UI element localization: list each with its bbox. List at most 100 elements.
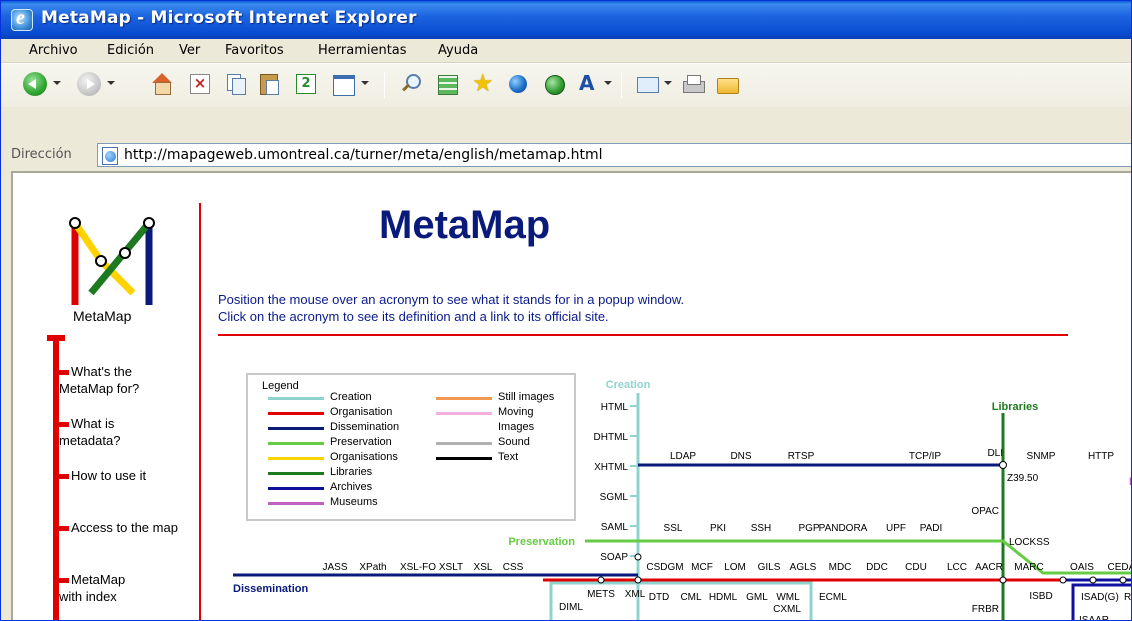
station-ssl[interactable]: SSL	[664, 523, 683, 534]
paste-icon[interactable]	[257, 72, 281, 96]
station-dli[interactable]: DLI	[987, 448, 1003, 459]
sidebar-item-label[interactable]: metadata?	[59, 433, 120, 448]
station-pgp[interactable]: PGP	[798, 523, 819, 534]
station-agls[interactable]: AGLS	[790, 562, 817, 573]
station-aacr[interactable]: AACR	[975, 562, 1003, 573]
station-mdc[interactable]: MDC	[829, 562, 852, 573]
station-diml[interactable]: DIML	[559, 602, 583, 613]
menu-ayuda[interactable]: Ayuda	[438, 43, 478, 58]
station-rtsp[interactable]: RTSP	[788, 451, 815, 462]
station-wml[interactable]: WML	[776, 592, 800, 603]
refresh-icon[interactable]	[293, 72, 317, 96]
menu-ver[interactable]: Ver	[179, 43, 200, 58]
globe-icon[interactable]	[506, 72, 530, 96]
print-icon[interactable]	[681, 72, 705, 96]
station-isaar[interactable]: ISAAR	[1079, 615, 1109, 621]
title-bar[interactable]: MetaMap - Microsoft Internet Explorer	[1, 1, 1131, 39]
station-cxml[interactable]: CXML	[773, 604, 801, 615]
mail-icon[interactable]	[635, 72, 659, 96]
station-opac[interactable]: OPAC	[971, 506, 999, 517]
station-lockss[interactable]: LOCKSS	[1009, 537, 1050, 548]
station-interchange[interactable]	[1119, 576, 1127, 584]
sidebar-item-label[interactable]: with index	[59, 589, 117, 604]
menu-favoritos[interactable]: Favoritos	[225, 43, 284, 58]
sidebar-item-metamap-for[interactable]: What's the MetaMap for?	[59, 363, 139, 397]
history-icon[interactable]	[542, 72, 566, 96]
station-cml[interactable]: CML	[680, 592, 702, 603]
sidebar-item-label[interactable]: MetaMap for?	[59, 381, 139, 396]
sidebar-item-metamap-index[interactable]: MetaMap with index	[59, 571, 125, 605]
grid-icon[interactable]	[435, 72, 459, 96]
station-xml[interactable]: XML	[625, 589, 646, 600]
station-dns[interactable]: DNS	[730, 451, 751, 462]
font-icon[interactable]	[576, 71, 600, 96]
home-icon[interactable]	[150, 72, 174, 96]
station-interchange[interactable]	[999, 576, 1007, 584]
station-frbr[interactable]: FRBR	[972, 604, 999, 615]
station-ecml[interactable]: ECML	[819, 592, 847, 603]
station-html[interactable]: HTML	[601, 402, 629, 413]
font-dropdown-arrow-icon[interactable]	[604, 81, 612, 85]
menu-edicion[interactable]: Edición	[107, 43, 154, 58]
edit-icon[interactable]	[331, 72, 355, 96]
menu-herramientas[interactable]: Herramientas	[318, 43, 407, 58]
station-csdgm[interactable]: CSDGM	[646, 562, 683, 573]
sidebar-item-label[interactable]: How to use it	[71, 468, 146, 483]
station-saml[interactable]: SAML	[601, 522, 629, 533]
station-upf[interactable]: UPF	[886, 523, 906, 534]
station-interchange[interactable]	[634, 553, 642, 561]
address-input[interactable]: http://mapageweb.umontreal.ca/turner/met…	[97, 143, 1131, 167]
station-gils[interactable]: GILS	[758, 562, 781, 573]
sidebar-item-access-map[interactable]: Access to the map	[59, 519, 178, 536]
sidebar-item-what-is-metadata[interactable]: What is metadata?	[59, 415, 120, 449]
station-dhtml[interactable]: DHTML	[594, 432, 629, 443]
station-ddc[interactable]: DDC	[866, 562, 888, 573]
station-tcp-ip[interactable]: TCP/IP	[909, 451, 942, 462]
station-hdml[interactable]: HDML	[709, 592, 738, 603]
menu-archivo[interactable]: Archivo	[29, 43, 78, 58]
edit-dropdown-arrow-icon[interactable]	[361, 81, 369, 85]
station-interchange[interactable]	[597, 576, 605, 584]
station-sgml[interactable]: SGML	[600, 492, 629, 503]
station-ssh[interactable]: SSH	[751, 523, 772, 534]
station-mets[interactable]: METS	[587, 589, 615, 600]
station-cedar[interactable]: CEDAR	[1107, 562, 1132, 573]
favorites-star-icon[interactable]	[471, 69, 495, 97]
station-interchange[interactable]	[999, 461, 1007, 469]
station-jass[interactable]: JASS	[322, 562, 347, 573]
sidebar-item-label[interactable]: What's the	[71, 364, 132, 379]
station-xpath[interactable]: XPath	[359, 562, 386, 573]
folder-icon[interactable]	[715, 72, 739, 96]
station-xsl-fo[interactable]: XSL-FO	[400, 562, 436, 573]
sidebar-item-label[interactable]: Access to the map	[71, 520, 178, 535]
station-oais[interactable]: OAIS	[1070, 562, 1094, 573]
station-marc[interactable]: MARC	[1014, 562, 1043, 573]
station-cdu[interactable]: CDU	[905, 562, 927, 573]
station-isadg[interactable]: ISAD(G)	[1081, 592, 1119, 603]
station-padi[interactable]: PADI	[920, 523, 943, 534]
station-pandora[interactable]: PANDORA	[819, 523, 868, 534]
sidebar-item-label[interactable]: What is	[71, 416, 114, 431]
back-dropdown-arrow-icon[interactable]	[53, 81, 61, 85]
station-dtd[interactable]: DTD	[649, 592, 670, 603]
station-soap[interactable]: SOAP	[600, 552, 628, 563]
forward-icon[interactable]	[77, 72, 101, 96]
station-ldap[interactable]: LDAP	[670, 451, 696, 462]
station-mcf[interactable]: MCF	[691, 562, 713, 573]
station-xslt[interactable]: XSLT	[439, 562, 463, 573]
forward-dropdown-arrow-icon[interactable]	[107, 81, 115, 85]
station-lom[interactable]: LOM	[724, 562, 746, 573]
station-http[interactable]: HTTP	[1088, 451, 1114, 462]
station-css[interactable]: CSS	[503, 562, 524, 573]
station-z3950[interactable]: Z39.50	[1007, 473, 1039, 484]
sidebar-item-label[interactable]: MetaMap	[71, 572, 125, 587]
station-xhtml[interactable]: XHTML	[594, 462, 628, 473]
stop-icon[interactable]	[187, 72, 211, 96]
search-icon[interactable]	[399, 72, 423, 96]
station-ra[interactable]: RA	[1124, 592, 1132, 603]
back-icon[interactable]	[23, 72, 47, 96]
station-interchange[interactable]	[634, 576, 642, 584]
station-gml[interactable]: GML	[746, 592, 768, 603]
address-url[interactable]: http://mapageweb.umontreal.ca/turner/met…	[124, 147, 603, 163]
sidebar-item-how-to-use[interactable]: How to use it	[59, 467, 146, 484]
